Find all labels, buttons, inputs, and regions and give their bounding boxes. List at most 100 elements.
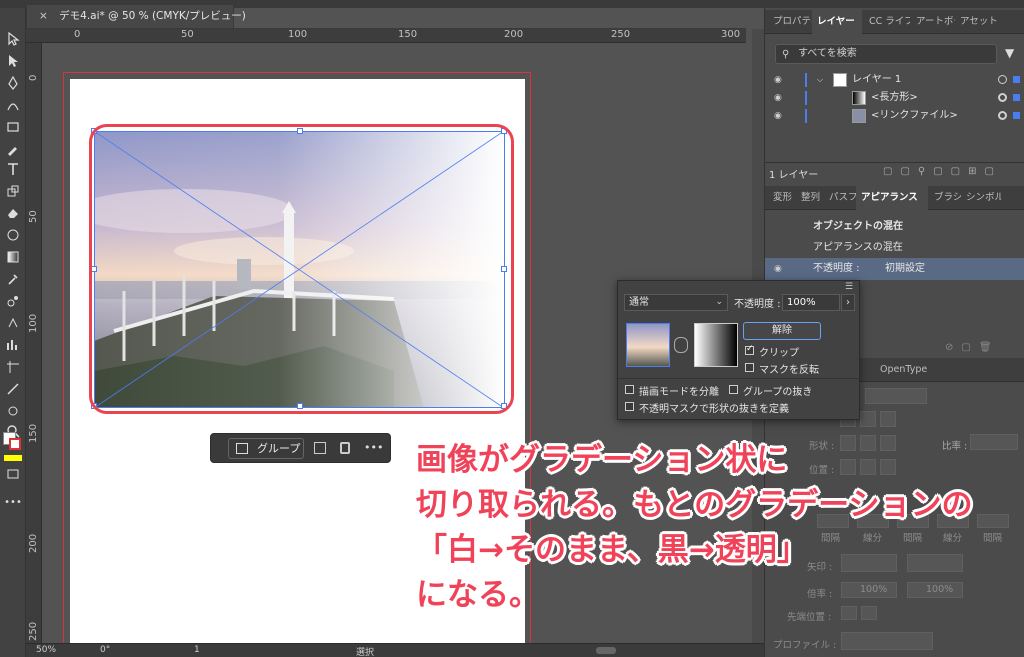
tab-cc-libraries[interactable]: CC ライブラリ bbox=[864, 10, 910, 34]
align-stroke-button[interactable] bbox=[840, 459, 856, 475]
lock-icon[interactable] bbox=[340, 442, 350, 454]
eyedropper-tool-icon[interactable] bbox=[3, 270, 23, 288]
knockout-group-checkbox[interactable] bbox=[729, 385, 738, 394]
tab-properties[interactable]: プロパティ bbox=[768, 10, 812, 34]
shape-builder-tool-icon[interactable] bbox=[3, 226, 23, 244]
corner-button[interactable] bbox=[840, 435, 856, 451]
tip-position-button[interactable] bbox=[841, 606, 857, 620]
corner-button[interactable] bbox=[860, 435, 876, 451]
cap-button[interactable] bbox=[860, 411, 876, 427]
end-arrow-select[interactable] bbox=[907, 554, 963, 572]
rectangle-tool-icon[interactable] bbox=[3, 118, 23, 136]
filter-icon[interactable]: ▼ bbox=[1005, 46, 1014, 60]
opacity-value[interactable]: 初期設定 bbox=[885, 258, 925, 280]
column-graph-tool-icon[interactable] bbox=[3, 336, 23, 354]
paintbrush-tool-icon[interactable] bbox=[3, 140, 23, 158]
edit-toolbar-icon[interactable]: ••• bbox=[3, 493, 23, 511]
layer-row[interactable]: ◉ <リンクファイル> bbox=[765, 107, 1024, 125]
group-button[interactable]: グループ bbox=[228, 438, 304, 459]
appearance-mixed-row[interactable]: アピアランスの混在 bbox=[765, 237, 1024, 259]
gradient-tool-icon[interactable] bbox=[3, 248, 23, 266]
tab-transform[interactable]: 変形 bbox=[768, 186, 796, 210]
cap-button[interactable] bbox=[880, 411, 896, 427]
blend-tool-icon[interactable] bbox=[3, 292, 23, 310]
chevron-down-icon[interactable]: ⌵ bbox=[817, 71, 823, 89]
visibility-eye-icon[interactable]: ◉ bbox=[774, 71, 782, 89]
artboard-tool-icon[interactable] bbox=[3, 358, 23, 376]
document-tab[interactable]: × デモ4.ai* @ 50 % (CMYK/プレビュー) bbox=[26, 4, 246, 28]
opacity-input[interactable]: 100% bbox=[782, 294, 840, 311]
selection-tool-icon[interactable] bbox=[3, 30, 23, 48]
page-number[interactable]: 1 bbox=[194, 645, 200, 655]
layer-name[interactable]: <長方形> bbox=[871, 89, 918, 107]
dash-field[interactable] bbox=[977, 514, 1009, 528]
tab-align[interactable]: 整列 bbox=[796, 186, 824, 210]
mask-thumbnail[interactable] bbox=[694, 323, 738, 367]
tab-brushes[interactable]: ブラシ bbox=[929, 186, 961, 210]
artwork-thumbnail[interactable] bbox=[626, 323, 670, 367]
target-icon[interactable] bbox=[998, 75, 1007, 84]
stroke-weight-field[interactable] bbox=[865, 388, 927, 404]
tab-appearance[interactable]: アピアランス bbox=[856, 186, 928, 210]
panel-menu-icon[interactable]: ☰ bbox=[845, 282, 853, 292]
tab-symbols[interactable]: シンボル bbox=[961, 186, 1001, 210]
layer-name[interactable]: <リンクファイル> bbox=[871, 107, 958, 125]
visibility-eye-icon[interactable]: ◉ bbox=[774, 107, 782, 125]
direct-selection-tool-icon[interactable] bbox=[3, 52, 23, 70]
target-icon[interactable] bbox=[998, 93, 1007, 102]
clip-checkbox[interactable] bbox=[745, 344, 754, 355]
horizontal-scroll-thumb[interactable] bbox=[596, 647, 616, 654]
isolate-blending-checkbox[interactable] bbox=[625, 385, 634, 394]
rotate-tool-icon[interactable] bbox=[3, 182, 23, 200]
scroll-up-icon[interactable] bbox=[754, 33, 762, 41]
slice-tool-icon[interactable] bbox=[3, 380, 23, 398]
link-icon[interactable] bbox=[674, 337, 688, 353]
visibility-eye-icon[interactable]: ◉ bbox=[774, 89, 782, 107]
start-scale-field[interactable]: 100% bbox=[841, 582, 897, 598]
tab-opentype[interactable]: OpenType bbox=[875, 358, 935, 382]
tab-assets[interactable]: アセット bbox=[955, 10, 1005, 34]
start-arrow-select[interactable] bbox=[841, 554, 897, 572]
more-options-icon[interactable]: ••• bbox=[364, 441, 383, 454]
zoom-level[interactable]: 50% bbox=[36, 645, 56, 655]
layer-name[interactable]: レイヤー 1 bbox=[852, 71, 901, 89]
rotation-value[interactable]: 0° bbox=[100, 645, 110, 655]
release-button[interactable]: 解除 bbox=[743, 322, 821, 340]
close-tab-icon[interactable]: × bbox=[39, 10, 48, 22]
layer-search-input[interactable]: ⚲ すべてを検索 bbox=[775, 44, 997, 64]
fill-stroke-swatch[interactable] bbox=[3, 432, 21, 452]
duplicate-icon[interactable] bbox=[314, 442, 326, 454]
tab-artboards[interactable]: アートボード bbox=[911, 10, 955, 34]
corner-button[interactable] bbox=[880, 435, 896, 451]
selection-indicator[interactable] bbox=[1013, 76, 1020, 83]
opacity-mask-knockout-checkbox[interactable] bbox=[625, 402, 634, 411]
appearance-opacity-row[interactable]: ◉ 不透明度 : 初期設定 bbox=[765, 258, 1024, 280]
type-tool-icon[interactable] bbox=[3, 160, 23, 178]
hand-tool-icon[interactable] bbox=[3, 402, 23, 420]
curvature-tool-icon[interactable] bbox=[3, 96, 23, 114]
appearance-object-row[interactable]: オブジェクトの混在 bbox=[765, 216, 1024, 238]
visibility-eye-icon[interactable]: ◉ bbox=[774, 258, 782, 280]
align-stroke-button[interactable] bbox=[880, 459, 896, 475]
layer-row[interactable]: ◉ ⌵ レイヤー 1 bbox=[765, 71, 1024, 89]
tip-position-button[interactable] bbox=[861, 606, 877, 620]
end-scale-field[interactable]: 100% bbox=[907, 582, 963, 598]
blend-mode-select[interactable]: 通常 ⌄ bbox=[624, 294, 728, 311]
selection-indicator[interactable] bbox=[1013, 94, 1020, 101]
chevron-right-icon[interactable]: › bbox=[841, 294, 855, 311]
pen-tool-icon[interactable] bbox=[3, 74, 23, 92]
layer-actions[interactable]: ▢▢⚲▢▢⊞▢ bbox=[883, 166, 1018, 180]
eraser-tool-icon[interactable] bbox=[3, 204, 23, 222]
profile-select[interactable] bbox=[841, 632, 933, 650]
symbol-sprayer-tool-icon[interactable] bbox=[3, 314, 23, 332]
align-stroke-button[interactable] bbox=[860, 459, 876, 475]
color-mode-icon[interactable] bbox=[4, 455, 22, 461]
target-icon[interactable] bbox=[998, 111, 1007, 120]
draw-mode-icon[interactable] bbox=[3, 465, 23, 483]
ratio-field[interactable] bbox=[970, 434, 1018, 450]
selection-indicator[interactable] bbox=[1013, 112, 1020, 119]
tab-pathfinder[interactable]: パスファインダー bbox=[824, 186, 856, 210]
invert-mask-checkbox[interactable] bbox=[745, 363, 754, 372]
layer-row[interactable]: ◉ <長方形> bbox=[765, 89, 1024, 107]
appearance-actions[interactable]: ⊘▢🗑 bbox=[945, 342, 1015, 356]
